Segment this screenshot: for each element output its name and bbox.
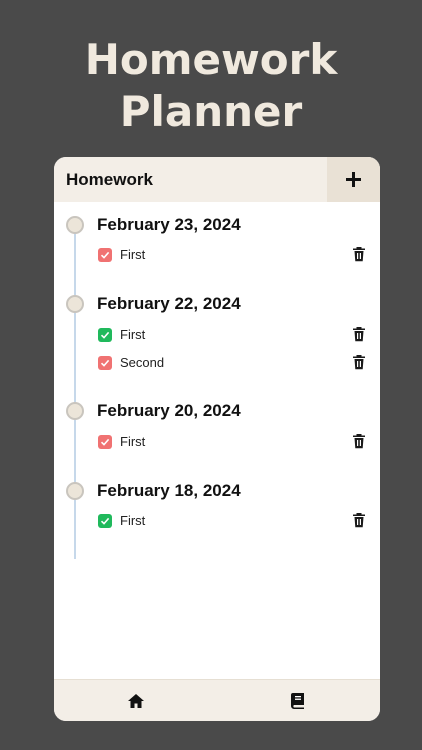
home-icon[interactable] (126, 692, 146, 710)
page-title: Homework Planner (0, 34, 422, 138)
task-item: First (98, 432, 366, 452)
page-title-line-1: Homework (84, 35, 338, 84)
box-icon (100, 251, 110, 259)
timeline-dot (66, 216, 84, 234)
timeline-line (74, 233, 76, 559)
plus-icon (346, 172, 361, 187)
card-header: Homework (54, 157, 380, 202)
add-homework-button[interactable] (327, 157, 380, 202)
box-icon (100, 438, 110, 446)
check-icon (100, 517, 110, 525)
tab-bar (54, 679, 380, 721)
task-item: First (98, 245, 366, 265)
task-label: First (120, 247, 146, 262)
trash-icon[interactable] (352, 354, 366, 370)
trash-icon[interactable] (352, 512, 366, 528)
day-date: February 18, 2024 (97, 481, 241, 500)
task-checkbox-checked[interactable] (98, 514, 112, 528)
task-label: First (120, 434, 146, 449)
task-item: First (98, 511, 366, 531)
task-item: First (98, 325, 366, 345)
day-date: February 20, 2024 (97, 401, 241, 420)
task-item: Second (98, 353, 366, 373)
task-checkbox-unchecked[interactable] (98, 248, 112, 262)
trash-icon[interactable] (352, 433, 366, 449)
day-date: February 23, 2024 (97, 215, 241, 234)
homework-card: Homework February 23, 2024 First Februar… (54, 157, 380, 721)
check-icon (100, 331, 110, 339)
trash-icon[interactable] (352, 246, 366, 262)
page-title-line-2: Planner (119, 87, 303, 136)
task-checkbox-unchecked[interactable] (98, 435, 112, 449)
timeline-dot (66, 402, 84, 420)
task-label: First (120, 513, 146, 528)
card-title: Homework (66, 170, 153, 189)
timeline-dot (66, 295, 84, 313)
day-date: February 22, 2024 (97, 294, 241, 313)
book-icon[interactable] (288, 692, 308, 710)
timeline-dot (66, 482, 84, 500)
trash-icon[interactable] (352, 326, 366, 342)
box-icon (100, 359, 110, 367)
task-label: Second (120, 355, 165, 370)
task-label: First (120, 327, 146, 342)
task-checkbox-checked[interactable] (98, 328, 112, 342)
task-checkbox-unchecked[interactable] (98, 356, 112, 370)
